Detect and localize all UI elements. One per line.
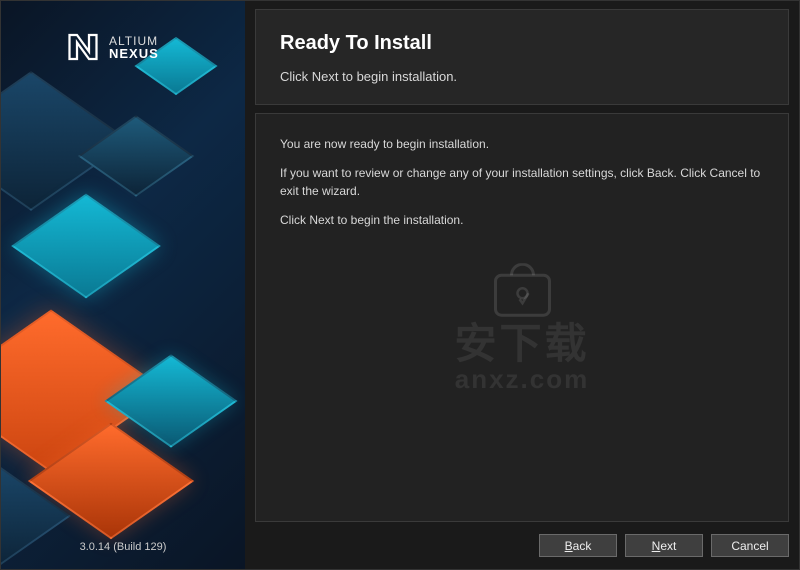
- version-label: 3.0.14 (Build 129): [1, 541, 245, 553]
- page-title: Ready To Install: [280, 32, 764, 55]
- content-paragraph-2: If you want to review or change any of y…: [280, 165, 764, 200]
- watermark: 安下载 anxz.com: [454, 263, 589, 393]
- sidebar-decoration: [1, 1, 245, 569]
- content-panel: You are now ready to begin installation.…: [255, 113, 789, 522]
- back-button[interactable]: Back: [539, 534, 617, 557]
- brand-line2: NEXUS: [109, 47, 159, 60]
- page-subtitle: Click Next to begin installation.: [280, 69, 764, 84]
- next-button[interactable]: Next: [625, 534, 703, 557]
- content-paragraph-3: Click Next to begin the installation.: [280, 212, 764, 229]
- installer-sidebar: ALTIUM NEXUS 3.0.14 (Build 129): [1, 1, 245, 569]
- cancel-button[interactable]: Cancel: [711, 534, 789, 557]
- brand-logo: ALTIUM NEXUS: [65, 29, 159, 65]
- button-bar: Back Next Cancel: [255, 522, 789, 557]
- header-panel: Ready To Install Click Next to begin ins…: [255, 9, 789, 105]
- brand-line1: ALTIUM: [109, 35, 159, 47]
- main-panel: Ready To Install Click Next to begin ins…: [245, 1, 799, 569]
- content-paragraph-1: You are now ready to begin installation.: [280, 136, 764, 153]
- brand-logo-icon: [65, 29, 101, 65]
